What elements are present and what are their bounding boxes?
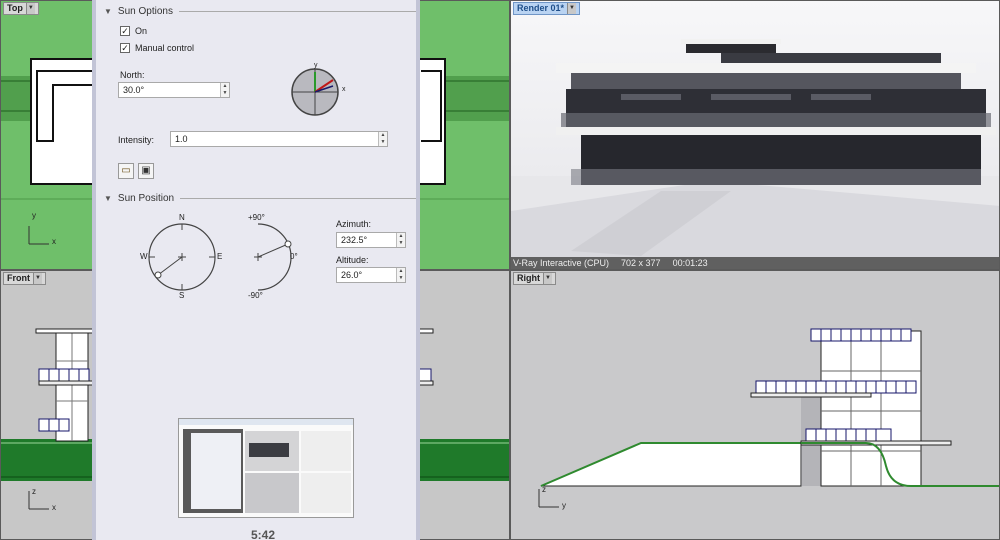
chevron-down-icon[interactable]: ▼ bbox=[543, 273, 552, 284]
altitude-bottom: -90° bbox=[248, 291, 263, 300]
compass-n: N bbox=[179, 213, 185, 222]
tab-top-viewport[interactable]: Top ▼ bbox=[3, 2, 39, 15]
folder-open-icon[interactable]: ▭ bbox=[118, 163, 134, 179]
render-elapsed: 00:01:23 bbox=[672, 258, 708, 268]
chevron-down-icon[interactable]: ▼ bbox=[104, 7, 112, 16]
north-stepper[interactable]: ▲ ▼ bbox=[220, 83, 229, 97]
right-viewport-drawing bbox=[538, 328, 999, 508]
chevron-down-icon[interactable]: ▼ bbox=[25, 3, 35, 14]
altitude-label: Altitude: bbox=[336, 255, 369, 265]
chevron-down-icon[interactable]: ▼ bbox=[567, 3, 577, 14]
manual-control-checkbox[interactable]: ✓ bbox=[120, 43, 130, 53]
save-icon[interactable]: ▣ bbox=[138, 163, 154, 179]
render-resolution: 702 x 377 bbox=[621, 258, 661, 268]
north-value: 30.0° bbox=[123, 85, 145, 95]
gizmo-x-label: x bbox=[342, 86, 346, 93]
video-time: 5:42 bbox=[251, 528, 276, 540]
render-viewport[interactable]: V-Ray Interactive (CPU) 702 x 377 00:01:… bbox=[510, 0, 1000, 270]
front-axis-x: x bbox=[52, 503, 56, 512]
divider bbox=[180, 197, 416, 199]
north-field[interactable]: 30.0° ▲ ▼ bbox=[118, 82, 230, 98]
tab-right-viewport[interactable]: Right ▼ bbox=[513, 272, 556, 285]
right-axis-y: y bbox=[562, 501, 566, 510]
rhino-workspace: y x Top ▼ z x Front ▼ V-Ray Interactive … bbox=[0, 0, 1000, 540]
altitude-stepper[interactable]: ▲ ▼ bbox=[396, 268, 405, 282]
sun-options-title: Sun Options bbox=[117, 5, 173, 17]
front-axis-z: z bbox=[32, 487, 36, 496]
divider bbox=[178, 10, 416, 12]
altitude-top: +90° bbox=[248, 213, 265, 222]
right-viewport[interactable]: z y Right ▼ bbox=[510, 270, 1000, 540]
altitude-field[interactable]: 26.0° ▲ ▼ bbox=[336, 267, 406, 283]
azimuth-compass[interactable] bbox=[144, 216, 224, 298]
sun-on-row[interactable]: ✓ On bbox=[120, 26, 147, 36]
compass-w: W bbox=[140, 252, 148, 261]
sun-on-label: On bbox=[135, 26, 148, 36]
azimuth-label: Azimuth: bbox=[336, 219, 372, 229]
render-engine: V-Ray Interactive (CPU) bbox=[513, 258, 610, 268]
render-status-bar: V-Ray Interactive (CPU) 702 x 377 00:01:… bbox=[511, 257, 999, 269]
tab-render-viewport[interactable]: Render 01* ▼ bbox=[513, 2, 581, 15]
thumbnail-image bbox=[179, 419, 353, 517]
compass-s: S bbox=[179, 291, 185, 300]
intensity-stepper[interactable]: ▲ ▼ bbox=[378, 132, 387, 146]
north-label: North: bbox=[120, 70, 145, 80]
video-preview-thumbnail[interactable] bbox=[178, 418, 354, 518]
right-axis-z: z bbox=[542, 485, 546, 494]
azimuth-field[interactable]: 232.5° ▲ ▼ bbox=[336, 232, 406, 248]
sun-position-header[interactable]: ▼ Sun Position bbox=[104, 191, 416, 205]
top-axis-y: y bbox=[32, 211, 36, 220]
compass-e: E bbox=[217, 252, 223, 261]
manual-control-row[interactable]: ✓ Manual control bbox=[120, 43, 194, 53]
render-viewport-label: Render 01* bbox=[517, 3, 565, 13]
right-viewport-label: Right bbox=[517, 273, 540, 283]
front-viewport-label: Front bbox=[7, 273, 30, 283]
altitude-value: 26.0° bbox=[341, 270, 363, 280]
intensity-value: 1.0 bbox=[175, 134, 188, 144]
tab-front-viewport[interactable]: Front ▼ bbox=[3, 272, 46, 285]
sun-panel: ▼ Sun Options ✓ On ✓ Manual control Nort… bbox=[92, 0, 420, 540]
intensity-field[interactable]: 1.0 ▲ ▼ bbox=[170, 131, 388, 147]
chevron-down-icon[interactable]: ▼ bbox=[104, 194, 112, 203]
azimuth-stepper[interactable]: ▲ ▼ bbox=[396, 233, 405, 247]
intensity-label: Intensity: bbox=[118, 135, 155, 145]
sun-position-title: Sun Position bbox=[117, 192, 175, 204]
azimuth-value: 232.5° bbox=[341, 235, 368, 245]
manual-control-label: Manual control bbox=[135, 43, 195, 53]
top-viewport-label: Top bbox=[7, 3, 23, 13]
altitude-mid: 0° bbox=[290, 252, 298, 261]
render-image bbox=[511, 1, 999, 269]
sun-options-header[interactable]: ▼ Sun Options bbox=[104, 4, 416, 18]
chevron-down-icon[interactable]: ▼ bbox=[33, 273, 42, 284]
top-axis-x: x bbox=[52, 237, 56, 246]
gizmo-y-label: y bbox=[314, 62, 318, 69]
sun-on-checkbox[interactable]: ✓ bbox=[120, 26, 130, 36]
